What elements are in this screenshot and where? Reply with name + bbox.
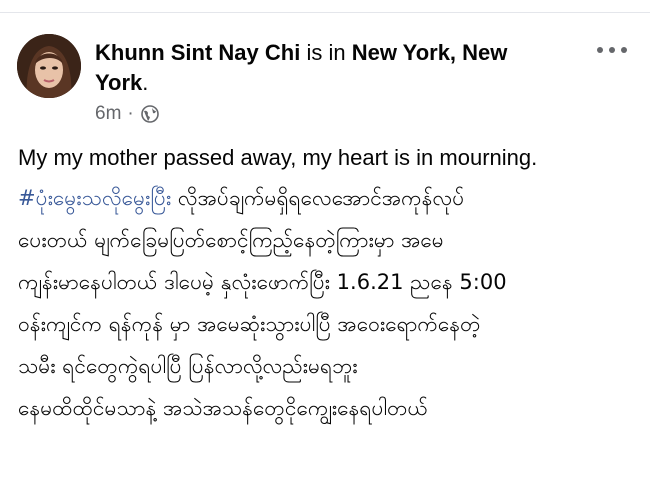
- facebook-post: Khunn Sint Nay Chi is in New York, New Y…: [0, 0, 650, 490]
- header-period: .: [142, 70, 149, 95]
- meta-separator: ·: [127, 103, 134, 124]
- post-time[interactable]: 6m: [95, 103, 121, 125]
- post-text-line: ပေးတယ် မျက်ခြေမပြတ်စောင့်ကြည့်နေတဲ့ကြားမ…: [18, 228, 444, 252]
- globe-icon[interactable]: [140, 104, 160, 124]
- more-options-icon[interactable]: [597, 43, 627, 57]
- post-text-line: သမီး ရင်တွေကွဲရပါပြီ ပြန်လာလို့လည်းမရဘူး: [18, 354, 358, 378]
- post-text-line: #ပုံးမွေးသလိုမွေးပြီး လိုအပ်ချက်မရှိရလေအ…: [18, 177, 633, 219]
- post-text-line: ဝန်းကျင်က ရန်ကုန် မှာ အမေဆုံးသွားပါပြီ အ…: [18, 312, 481, 336]
- divider: [0, 12, 650, 13]
- post-text-line: My my mother passed away, my heart is in…: [18, 145, 538, 170]
- post-meta: 6m ·: [95, 103, 160, 125]
- post-header: Khunn Sint Nay Chi is in New York, New Y…: [95, 38, 575, 98]
- post-text-segment: လိုအပ်ချက်မရှိရလေအောင်အကုန်လုပ်: [171, 186, 465, 210]
- hashtag-link[interactable]: #ပုံးမွေးသလိုမွေးပြီး: [18, 186, 171, 210]
- is-in-text: is in: [306, 40, 346, 65]
- post-text-line: နေမထိထိုင်မသာနဲ့ အသဲအသန်တွေငိုကျွေးနေရပါ…: [18, 396, 428, 420]
- location-link[interactable]: New York, New: [352, 40, 508, 65]
- location-link-cont[interactable]: York: [95, 70, 142, 95]
- post-body: My my mother passed away, my heart is in…: [18, 143, 633, 429]
- author-name[interactable]: Khunn Sint Nay Chi: [95, 40, 300, 65]
- avatar[interactable]: [17, 34, 81, 98]
- post-text-line: ကျန်းမာနေပါတယ် ဒါပေမဲ့ နှလုံးဖောက်ပြီး 1…: [18, 270, 507, 294]
